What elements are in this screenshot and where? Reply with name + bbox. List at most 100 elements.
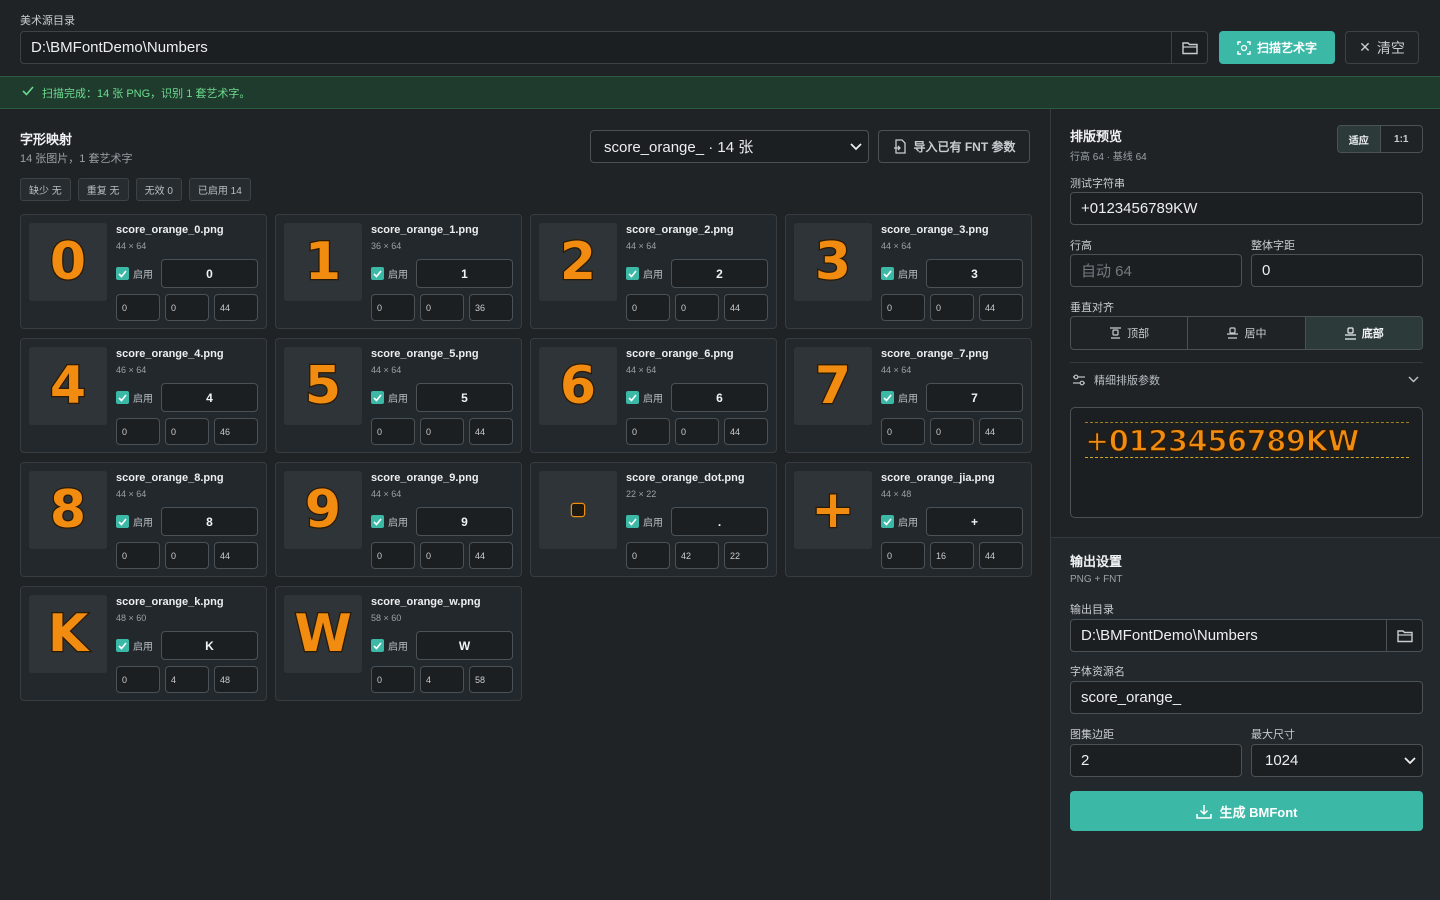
enable-toggle[interactable]: 启用 [116, 638, 153, 653]
checkbox-checked-icon[interactable] [371, 391, 384, 404]
checkbox-checked-icon[interactable] [881, 391, 894, 404]
char-input[interactable]: 0 [161, 259, 258, 288]
offset-x-input[interactable]: 0 [371, 418, 415, 445]
one-to-one-button[interactable]: 1:1 [1381, 126, 1423, 152]
enable-toggle[interactable]: 启用 [371, 514, 408, 529]
enable-toggle[interactable]: 启用 [626, 514, 663, 529]
fit-button[interactable]: 适应 [1338, 126, 1381, 152]
offset-x-input[interactable]: 0 [626, 418, 670, 445]
advance-input[interactable]: 36 [469, 294, 513, 321]
offset-y-input[interactable]: 4 [420, 666, 464, 693]
max-size-select[interactable]: 1024 [1251, 744, 1423, 777]
test-string-input[interactable]: +0123456789KW [1070, 192, 1423, 225]
offset-x-input[interactable]: 0 [881, 294, 925, 321]
offset-x-input[interactable]: 0 [371, 542, 415, 569]
checkbox-checked-icon[interactable] [116, 391, 129, 404]
advance-input[interactable]: 44 [724, 418, 768, 445]
enable-toggle[interactable]: 启用 [116, 266, 153, 281]
checkbox-checked-icon[interactable] [626, 515, 639, 528]
offset-x-input[interactable]: 0 [371, 294, 415, 321]
offset-y-input[interactable]: 0 [165, 294, 209, 321]
offset-x-input[interactable]: 0 [626, 294, 670, 321]
checkbox-checked-icon[interactable] [371, 515, 384, 528]
char-input[interactable]: 8 [161, 507, 258, 536]
char-input[interactable]: 3 [926, 259, 1023, 288]
char-input[interactable]: 4 [161, 383, 258, 412]
advance-input[interactable]: 44 [469, 418, 513, 445]
offset-y-input[interactable]: 0 [930, 418, 974, 445]
char-input[interactable]: 2 [671, 259, 768, 288]
offset-y-input[interactable]: 42 [675, 542, 719, 569]
enable-toggle[interactable]: 启用 [881, 266, 918, 281]
offset-x-input[interactable]: 0 [881, 418, 925, 445]
enable-toggle[interactable]: 启用 [371, 638, 408, 653]
offset-x-input[interactable]: 0 [371, 666, 415, 693]
char-input[interactable]: 5 [416, 383, 513, 412]
enable-toggle[interactable]: 启用 [371, 390, 408, 405]
checkbox-checked-icon[interactable] [116, 639, 129, 652]
offset-y-input[interactable]: 4 [165, 666, 209, 693]
valign-bottom-button[interactable]: 底部 [1305, 317, 1422, 349]
offset-x-input[interactable]: 0 [881, 542, 925, 569]
spacing-input[interactable]: 0 [1251, 254, 1423, 287]
output-dir-value[interactable]: D:\BMFontDemo\Numbers [1071, 627, 1386, 644]
offset-y-input[interactable]: 0 [165, 418, 209, 445]
import-fnt-button[interactable]: 导入已有 FNT 参数 [878, 130, 1030, 163]
advance-input[interactable]: 44 [724, 294, 768, 321]
char-input[interactable]: W [416, 631, 513, 660]
offset-x-input[interactable]: 0 [116, 418, 160, 445]
enable-toggle[interactable]: 启用 [626, 390, 663, 405]
checkbox-checked-icon[interactable] [116, 515, 129, 528]
offset-y-input[interactable]: 0 [930, 294, 974, 321]
valign-top-button[interactable]: 顶部 [1071, 317, 1189, 349]
clear-button[interactable]: ✕ 清空 [1345, 31, 1419, 64]
output-dir-field[interactable]: D:\BMFontDemo\Numbers [1070, 619, 1423, 652]
enable-toggle[interactable]: 启用 [626, 266, 663, 281]
checkbox-checked-icon[interactable] [116, 267, 129, 280]
advance-input[interactable]: 44 [214, 542, 258, 569]
char-input[interactable]: 1 [416, 259, 513, 288]
char-input[interactable]: . [671, 507, 768, 536]
offset-y-input[interactable]: 0 [165, 542, 209, 569]
scan-button[interactable]: 扫描艺术字 [1219, 31, 1335, 64]
offset-x-input[interactable]: 0 [116, 666, 160, 693]
checkbox-checked-icon[interactable] [626, 391, 639, 404]
offset-x-input[interactable]: 0 [116, 542, 160, 569]
source-path-value[interactable]: D:\BMFontDemo\Numbers [21, 39, 1171, 56]
advance-input[interactable]: 46 [214, 418, 258, 445]
advance-input[interactable]: 44 [214, 294, 258, 321]
checkbox-checked-icon[interactable] [371, 639, 384, 652]
folder-open-icon[interactable] [1171, 32, 1207, 63]
checkbox-checked-icon[interactable] [881, 515, 894, 528]
char-input[interactable]: 7 [926, 383, 1023, 412]
offset-x-input[interactable]: 0 [116, 294, 160, 321]
offset-y-input[interactable]: 0 [420, 294, 464, 321]
char-input[interactable]: K [161, 631, 258, 660]
line-height-input[interactable]: 自动 64 [1070, 254, 1242, 287]
enable-toggle[interactable]: 启用 [881, 390, 918, 405]
advance-input[interactable]: 58 [469, 666, 513, 693]
advance-input[interactable]: 44 [469, 542, 513, 569]
advance-input[interactable]: 44 [979, 294, 1023, 321]
advance-input[interactable]: 44 [979, 542, 1023, 569]
checkbox-checked-icon[interactable] [626, 267, 639, 280]
generate-bmfont-button[interactable]: 生成 BMFont [1070, 791, 1423, 831]
offset-y-input[interactable]: 16 [930, 542, 974, 569]
enable-toggle[interactable]: 启用 [881, 514, 918, 529]
offset-y-input[interactable]: 0 [675, 418, 719, 445]
advance-input[interactable]: 44 [979, 418, 1023, 445]
advance-input[interactable]: 22 [724, 542, 768, 569]
checkbox-checked-icon[interactable] [371, 267, 384, 280]
font-name-input[interactable]: score_orange_ [1070, 681, 1423, 714]
enable-toggle[interactable]: 启用 [116, 514, 153, 529]
folder-open-icon[interactable] [1386, 620, 1422, 651]
offset-x-input[interactable]: 0 [626, 542, 670, 569]
enable-toggle[interactable]: 启用 [371, 266, 408, 281]
char-input[interactable]: + [926, 507, 1023, 536]
font-set-select[interactable]: score_orange_ · 14 张 [590, 130, 869, 163]
fine-tune-toggle[interactable]: 精细排版参数 [1070, 362, 1423, 396]
enable-toggle[interactable]: 启用 [116, 390, 153, 405]
padding-input[interactable]: 2 [1070, 744, 1242, 777]
char-input[interactable]: 9 [416, 507, 513, 536]
advance-input[interactable]: 48 [214, 666, 258, 693]
